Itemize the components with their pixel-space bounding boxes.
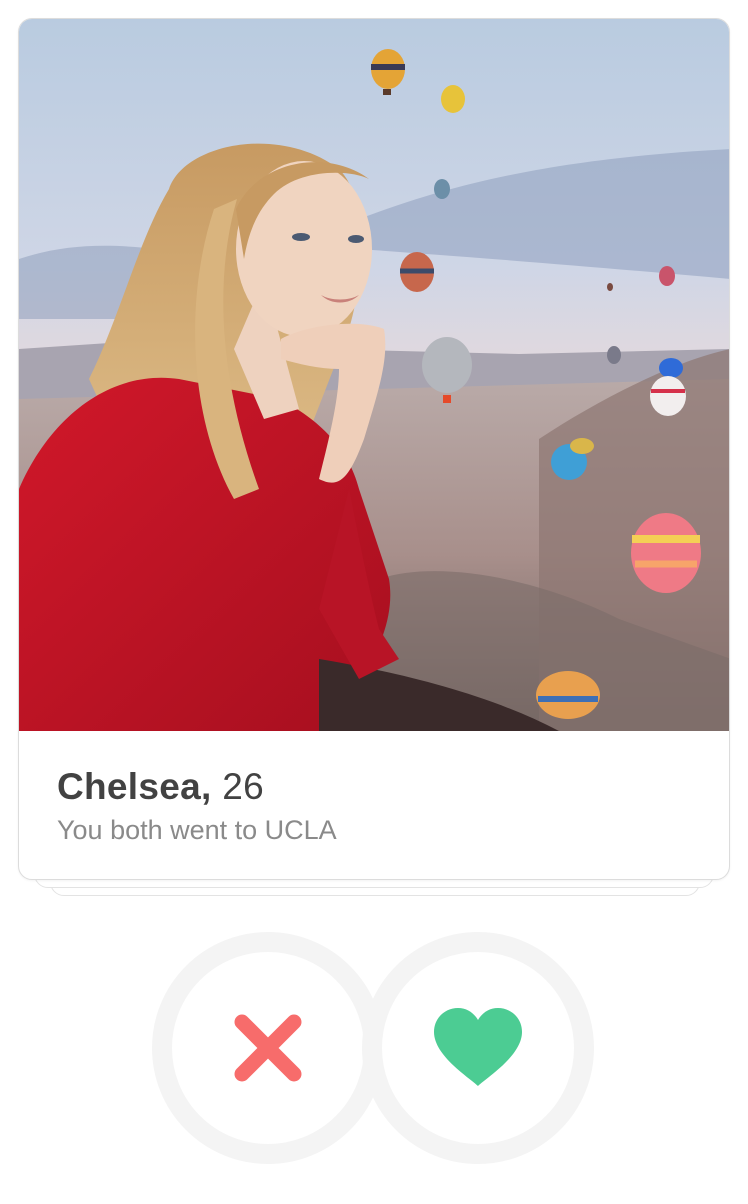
heart-icon <box>434 1008 522 1086</box>
profile-name: Chelsea, <box>57 766 212 807</box>
nope-button[interactable] <box>152 932 384 1164</box>
swipe-screen: Chelsea, 26 You both went to UCLA <box>0 0 748 1204</box>
profile-age: 26 <box>222 766 264 807</box>
common-connection: You both went to UCLA <box>57 815 337 845</box>
profile-card[interactable]: Chelsea, 26 You both went to UCLA <box>18 18 730 880</box>
profile-photo[interactable] <box>19 19 729 731</box>
profile-info: Chelsea, 26 You both went to UCLA <box>57 765 337 847</box>
profile-name-age: Chelsea, 26 <box>57 765 337 809</box>
close-icon <box>234 1014 302 1082</box>
like-button[interactable] <box>362 932 594 1164</box>
